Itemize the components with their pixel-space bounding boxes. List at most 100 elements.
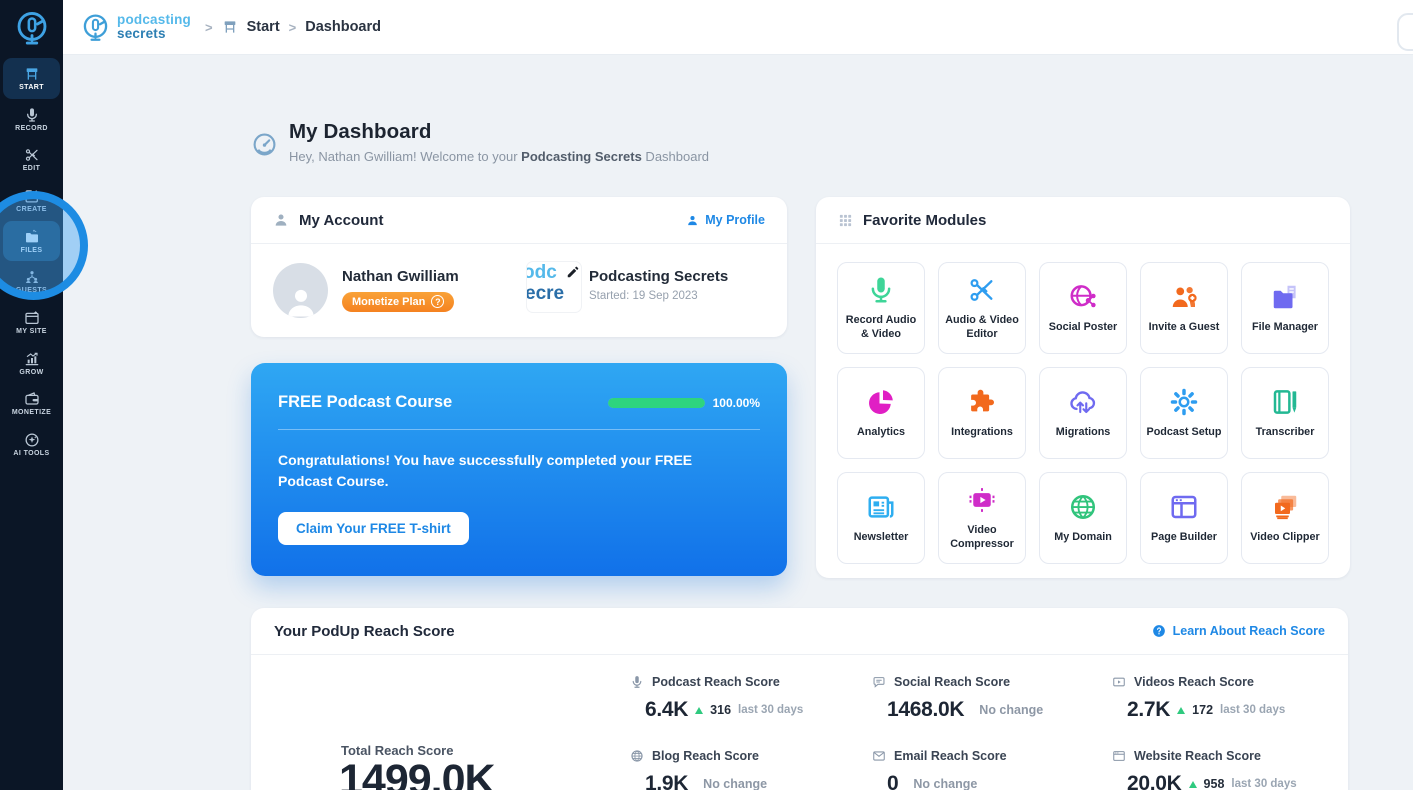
plan-badge[interactable]: Monetize Plan xyxy=(342,292,455,312)
podcast-summary: odc ecre Podcasting Secrets Started: 19 … xyxy=(527,262,728,312)
sidebar-nav: START RECORD EDIT CREATE FILES GUESTS MY… xyxy=(0,55,63,465)
people-plus-icon xyxy=(1169,282,1199,312)
sidebar-item-label: EDIT xyxy=(22,165,41,173)
stat-label: Email Reach Score xyxy=(894,749,1007,763)
folder-file-icon xyxy=(1270,282,1300,312)
top-header: podcasting secrets > Start > Dashboard xyxy=(63,0,1413,55)
layout-icon xyxy=(1169,492,1199,522)
reach-stats-grid: Podcast Reach Score 6.4K 316 last 30 days … xyxy=(630,675,1362,790)
edit-pencil-icon[interactable] xyxy=(566,265,580,279)
progress-percent-label: 100.00% xyxy=(712,395,760,410)
progress-track xyxy=(607,397,705,408)
modules-grid: Record Audio & Video Audio & Video Edito… xyxy=(816,244,1350,582)
module-label: Integrations xyxy=(951,425,1013,438)
module-tile-invite-guest[interactable]: Invite a Guest xyxy=(1140,262,1228,354)
sidebar-item-files[interactable]: FILES xyxy=(3,220,60,262)
question-icon xyxy=(1152,624,1166,638)
microphone-icon xyxy=(630,675,644,689)
browser-window-icon xyxy=(1112,749,1126,763)
module-tile-analytics[interactable]: Analytics xyxy=(837,367,925,459)
sidebar-item-label: FILES xyxy=(20,246,43,254)
module-label: Podcast Setup xyxy=(1146,425,1222,438)
breadcrumb-separator: > xyxy=(288,19,297,35)
breadcrumb-section[interactable]: Start xyxy=(247,19,280,35)
module-tile-file-manager[interactable]: File Manager xyxy=(1241,262,1329,354)
module-label: Audio & Video Editor xyxy=(945,313,1019,340)
sidebar-item-grow[interactable]: GROW xyxy=(3,343,60,384)
sidebar-item-label: START xyxy=(19,83,44,91)
person-icon xyxy=(273,212,289,228)
stat-delta: 172 xyxy=(1192,703,1214,717)
search-box-partial[interactable] xyxy=(1397,13,1413,51)
book-pencil-icon xyxy=(1270,387,1300,417)
module-tile-integrations[interactable]: Integrations xyxy=(938,367,1026,459)
reach-score-card: Your PodUp Reach Score Learn About Reach… xyxy=(251,608,1348,790)
learn-link-label: Learn About Reach Score xyxy=(1172,624,1325,638)
module-tile-record-audio-video[interactable]: Record Audio & Video xyxy=(837,262,925,354)
module-tile-transcriber[interactable]: Transcriber xyxy=(1241,367,1329,459)
podcast-cover-thumbnail[interactable]: odc ecre xyxy=(527,262,581,312)
greeting-prefix: Hey, Nathan Gwilliam! Welcome to your xyxy=(289,149,522,164)
folder-icon xyxy=(24,229,40,245)
sidebar-item-label: CREATE xyxy=(16,205,47,213)
module-tile-social-poster[interactable]: Social Poster xyxy=(1039,262,1127,354)
stat-website-reach: Website Reach Score 20.0K 958 last 30 days xyxy=(1112,749,1362,790)
stat-note: No change xyxy=(979,703,1044,717)
module-tile-video-compressor[interactable]: Video Compressor xyxy=(938,472,1026,564)
reach-score-body: Total Reach Score 1499.0K 1.5K last 30 d… xyxy=(251,655,1348,790)
sidebar-item-ai-tools[interactable]: AI TOOLS xyxy=(3,424,60,465)
up-arrow-icon xyxy=(695,706,704,714)
scissors-icon xyxy=(24,147,40,163)
stat-note: No change xyxy=(913,777,978,790)
module-label: File Manager xyxy=(1252,320,1318,333)
stat-social-reach: Social Reach Score 1468.0K No change xyxy=(872,675,1112,722)
sidebar-item-label: RECORD xyxy=(15,124,48,132)
globe-share-icon xyxy=(1068,282,1098,312)
module-tile-podcast-setup[interactable]: Podcast Setup xyxy=(1140,367,1228,459)
reach-score-header: Your PodUp Reach Score Learn About Reach… xyxy=(251,608,1348,655)
podcast-logo-fragment: ecre xyxy=(527,282,565,304)
sidebar-logo[interactable] xyxy=(0,0,63,55)
module-tile-video-clipper[interactable]: Video Clipper xyxy=(1241,472,1329,564)
claim-tshirt-button[interactable]: Claim Your FREE T-shirt xyxy=(278,512,469,545)
cloud-arrows-icon xyxy=(1068,387,1098,417)
module-tile-page-builder[interactable]: Page Builder xyxy=(1140,472,1228,564)
breadcrumb-page[interactable]: Dashboard xyxy=(305,19,381,35)
favorite-modules-title: Favorite Modules xyxy=(863,211,987,229)
greeting-suffix: Dashboard xyxy=(641,149,710,164)
stat-note: last 30 days xyxy=(738,704,804,716)
sidebar-item-guests[interactable]: GUESTS xyxy=(3,261,60,302)
greeting-text: Hey, Nathan Gwilliam! Welcome to your Po… xyxy=(289,149,709,164)
sidebar: START RECORD EDIT CREATE FILES GUESTS MY… xyxy=(0,0,63,790)
module-tile-migrations[interactable]: Migrations xyxy=(1039,367,1127,459)
module-tile-audio-video-editor[interactable]: Audio & Video Editor xyxy=(938,262,1026,354)
sidebar-item-record[interactable]: RECORD xyxy=(3,99,60,140)
app-window: podcasting secrets > Start > Dashboard S… xyxy=(0,0,1413,790)
start-flag-icon xyxy=(222,19,238,35)
app-logo-icon xyxy=(13,9,51,47)
chat-bubble-icon xyxy=(872,675,886,689)
gear-icon xyxy=(1169,387,1199,417)
sidebar-item-edit[interactable]: EDIT xyxy=(3,139,60,180)
module-label: Social Poster xyxy=(1048,320,1118,333)
brand-logo[interactable]: podcasting secrets xyxy=(80,12,191,43)
course-message: Congratulations! You have successfully c… xyxy=(278,452,693,489)
brand-line1: podcasting xyxy=(117,12,192,28)
module-tile-my-domain[interactable]: My Domain xyxy=(1039,472,1127,564)
person-silhouette-icon xyxy=(282,284,320,318)
learn-about-reach-score-link[interactable]: Learn About Reach Score xyxy=(1152,624,1325,638)
podcast-started-date: Started: 19 Sep 2023 xyxy=(589,290,698,302)
module-label: Video Compressor xyxy=(950,523,1014,550)
microphone-icon xyxy=(24,107,40,123)
my-profile-link[interactable]: My Profile xyxy=(686,213,765,227)
sidebar-item-create[interactable]: CREATE xyxy=(3,180,60,221)
start-gate-icon xyxy=(24,66,40,82)
help-icon[interactable] xyxy=(431,295,445,308)
module-tile-newsletter[interactable]: Newsletter xyxy=(837,472,925,564)
stat-email-reach: Email Reach Score 0 No change xyxy=(872,749,1112,790)
module-label: Page Builder xyxy=(1151,530,1217,543)
sidebar-item-start[interactable]: START xyxy=(3,58,60,99)
sidebar-item-my-site[interactable]: MY SITE xyxy=(3,302,60,343)
sidebar-item-monetize[interactable]: MONETIZE xyxy=(3,384,60,425)
module-label: Migrations xyxy=(1055,425,1111,438)
